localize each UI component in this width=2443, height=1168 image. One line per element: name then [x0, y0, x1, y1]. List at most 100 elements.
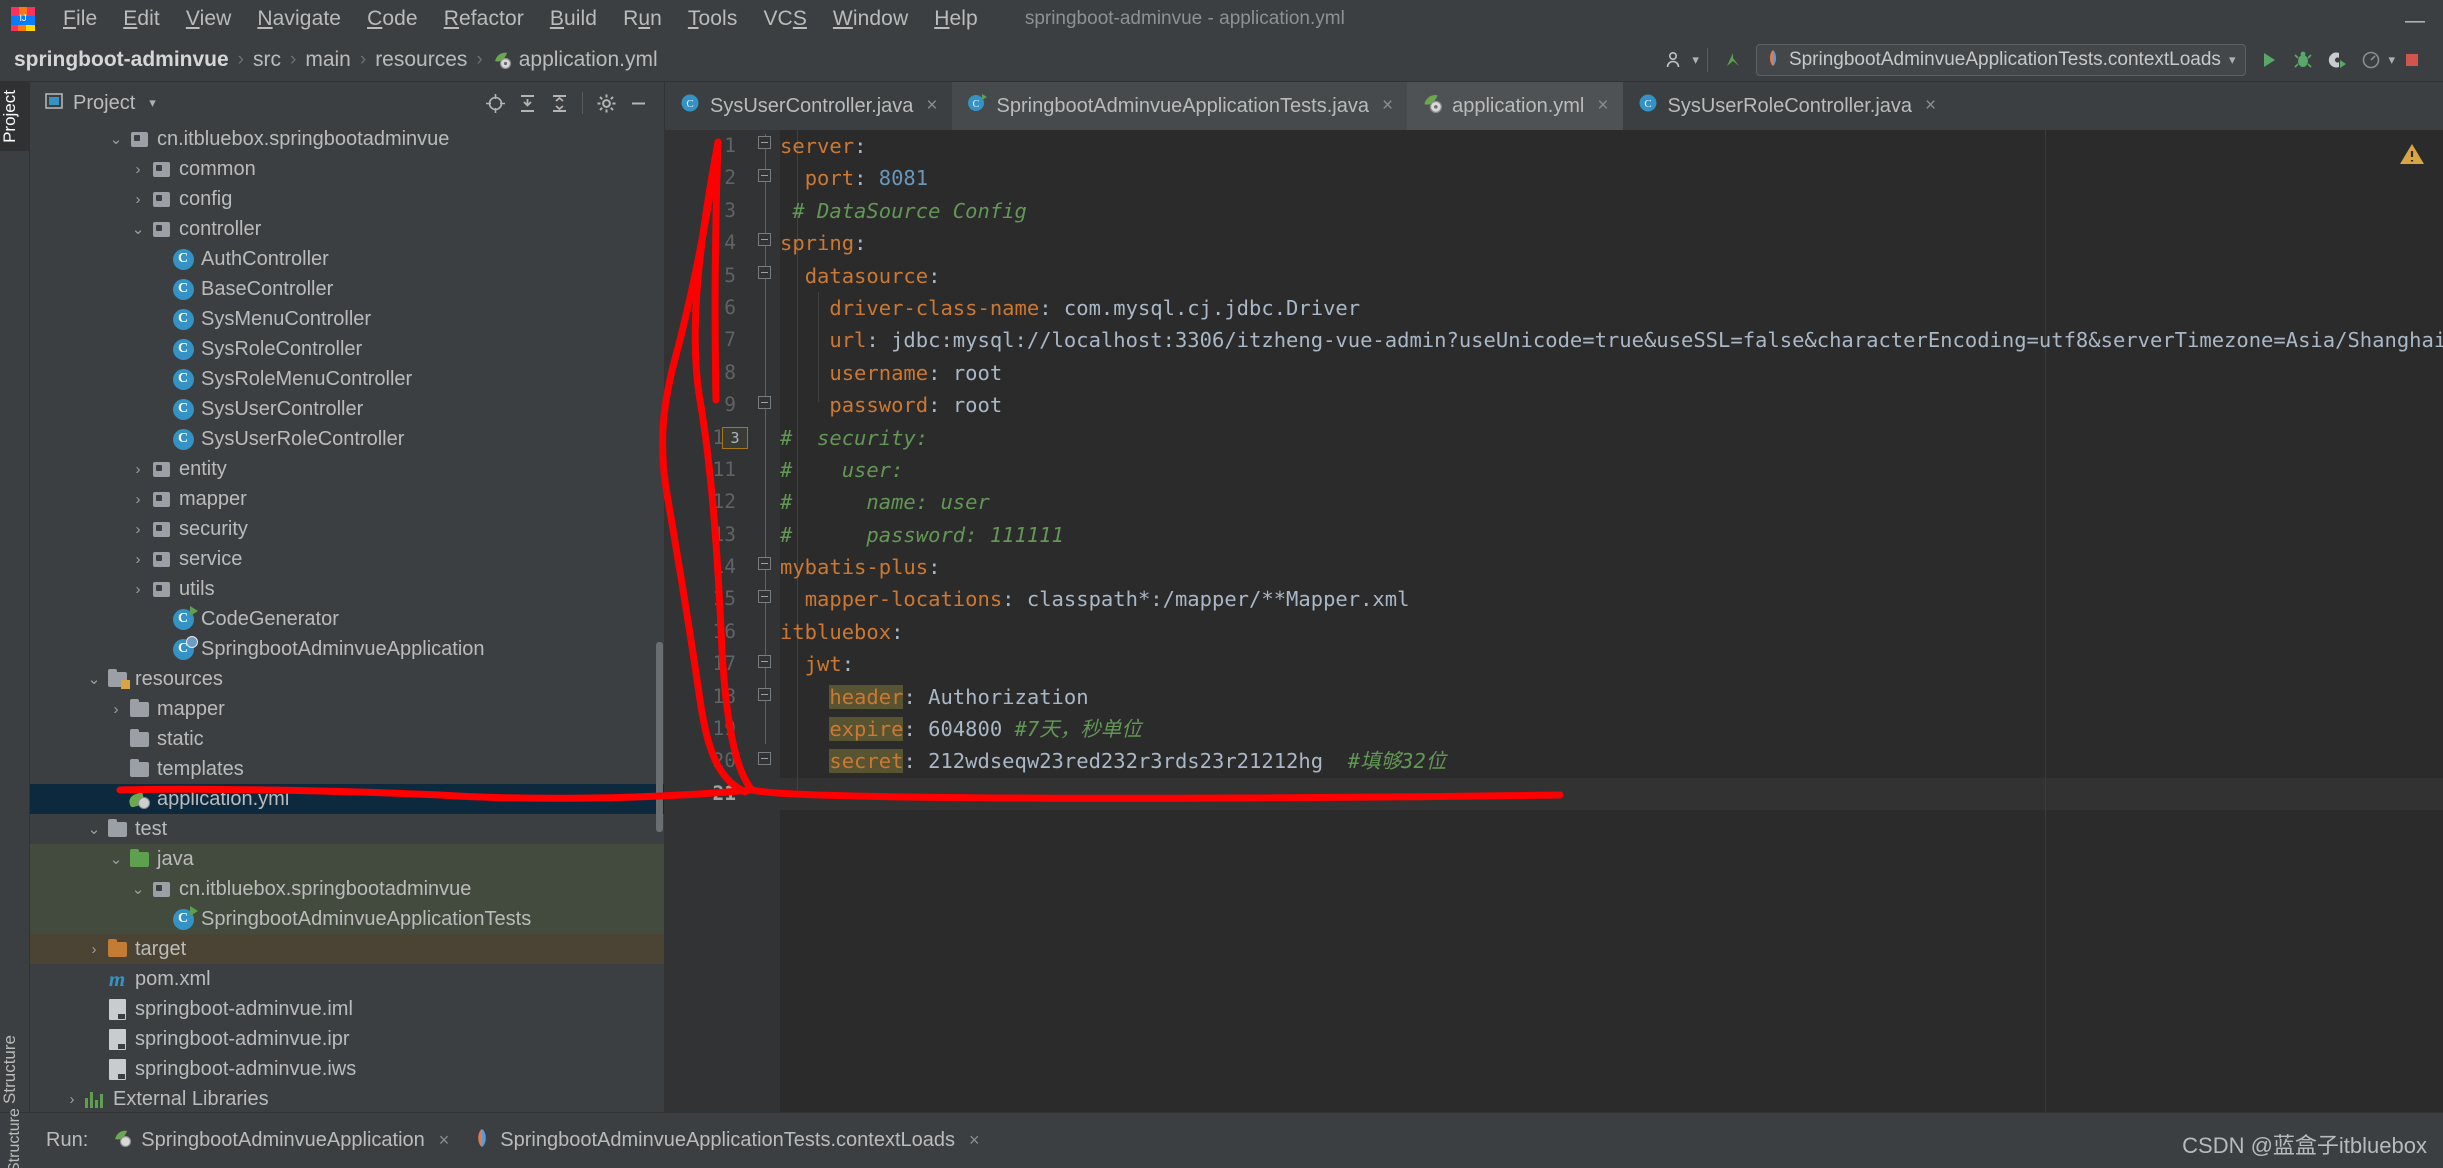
tree-node[interactable]: ⌄controller [30, 214, 664, 244]
code-line[interactable]: header: Authorization [780, 681, 2443, 713]
editor-tab[interactable]: CSysUserRoleController.java× [1623, 82, 1951, 130]
menu-item-build[interactable]: Build [537, 5, 610, 33]
code-line[interactable] [780, 778, 2443, 810]
code-line[interactable]: mapper-locations: classpath*:/mapper/**M… [780, 583, 2443, 615]
tree-node[interactable]: ›service [30, 544, 664, 574]
chevron-down-icon[interactable]: ⌄ [84, 670, 104, 688]
tree-node[interactable]: ›mapper [30, 484, 664, 514]
breadcrumb[interactable]: springboot-adminvue›src›main›resources›a… [14, 48, 658, 72]
menu-item-help[interactable]: Help [921, 5, 991, 33]
chevron-down-icon[interactable]: ⌄ [128, 880, 148, 898]
tree-node[interactable]: ⌄cn.itbluebox.springbootadminvue [30, 124, 664, 154]
tree-node[interactable]: CCodeGenerator [30, 604, 664, 634]
collapse-all-icon[interactable] [543, 87, 575, 119]
tool-window-tab-project[interactable]: Project [0, 82, 30, 151]
breadcrumb-item[interactable]: resources [375, 48, 467, 72]
chevron-right-icon[interactable]: › [128, 521, 148, 538]
breadcrumb-item[interactable]: src [253, 48, 281, 72]
editor-tab-bar[interactable]: CSysUserController.java×CSpringbootAdmin… [665, 82, 2443, 130]
chevron-right-icon[interactable]: › [128, 491, 148, 508]
settings-gear-icon[interactable] [590, 87, 622, 119]
tree-node[interactable]: CSysRoleMenuController [30, 364, 664, 394]
menu-item-vcs[interactable]: VCS [750, 5, 819, 33]
tree-node[interactable]: ›entity [30, 454, 664, 484]
tree-node[interactable]: ›External Libraries [30, 1084, 664, 1112]
tree-node[interactable]: CSysUserRoleController [30, 424, 664, 454]
code-content[interactable]: server: port: 8081 # DataSource Configsp… [780, 130, 2443, 1112]
code-line[interactable]: driver-class-name: com.mysql.cj.jdbc.Dri… [780, 292, 2443, 324]
tree-node[interactable]: ›config [30, 184, 664, 214]
tree-node[interactable]: ›target [30, 934, 664, 964]
tree-node[interactable]: static [30, 724, 664, 754]
tree-node[interactable]: ⌄java [30, 844, 664, 874]
vcs-update-icon[interactable] [1716, 43, 1750, 77]
breadcrumb-item[interactable]: main [305, 48, 351, 72]
close-icon[interactable]: × [439, 1130, 450, 1151]
tree-node[interactable]: ›mapper [30, 694, 664, 724]
code-line[interactable]: itbluebox: [780, 616, 2443, 648]
menu-item-window[interactable]: Window [820, 5, 921, 33]
code-line[interactable]: datasource: [780, 260, 2443, 292]
chevron-down-icon[interactable]: ⌄ [84, 820, 104, 838]
code-line[interactable]: expire: 604800 #7天，秒单位 [780, 713, 2443, 745]
run-tab[interactable]: SpringbootAdminvueApplicationTests.conte… [473, 1128, 979, 1154]
editor-tab[interactable]: application.yml× [1407, 82, 1622, 130]
chevron-right-icon[interactable]: › [128, 461, 148, 478]
project-tree[interactable]: ⌄cn.itbluebox.springbootadminvue›common›… [30, 124, 664, 1112]
expand-all-icon[interactable] [511, 87, 543, 119]
close-icon[interactable]: × [1925, 95, 1936, 117]
run-tab[interactable]: SpringbootAdminvueApplication× [112, 1128, 449, 1154]
project-scrollbar[interactable] [656, 642, 663, 832]
editor-tab[interactable]: CSysUserController.java× [665, 82, 952, 130]
tool-window-tab-structure[interactable]: Structure [0, 1027, 30, 1112]
code-line[interactable]: # security: [780, 422, 2443, 454]
tree-node[interactable]: ›common [30, 154, 664, 184]
menu-item-edit[interactable]: Edit [110, 5, 173, 33]
chevron-down-icon[interactable]: ⌄ [106, 130, 126, 148]
run-configuration-selector[interactable]: SpringbootAdminvueApplicationTests.conte… [1756, 44, 2247, 76]
chevron-down-icon[interactable]: ⌄ [106, 850, 126, 868]
debug-icon[interactable] [2286, 43, 2320, 77]
breadcrumb-item[interactable]: application.yml [519, 48, 658, 72]
tree-node[interactable]: ⌄resources [30, 664, 664, 694]
hide-panel-icon[interactable] [622, 87, 654, 119]
tree-node[interactable]: templates [30, 754, 664, 784]
project-panel-caret-icon[interactable]: ▾ [149, 95, 156, 111]
code-line[interactable]: # name: user [780, 486, 2443, 518]
profiler-icon[interactable] [2354, 43, 2388, 77]
menu-item-refactor[interactable]: Refactor [431, 5, 537, 33]
minimize-button[interactable]: — [2405, 10, 2425, 33]
menu-item-run[interactable]: Run [610, 5, 675, 33]
locate-file-icon[interactable] [479, 87, 511, 119]
code-line[interactable]: jwt: [780, 648, 2443, 680]
chevron-down-icon[interactable]: ▾ [2229, 52, 2236, 68]
tree-node[interactable]: ›utils [30, 574, 664, 604]
menu-item-tools[interactable]: Tools [675, 5, 751, 33]
chevron-down-icon[interactable]: ⌄ [128, 220, 148, 238]
code-line[interactable]: # DataSource Config [780, 195, 2443, 227]
chevron-right-icon[interactable]: › [62, 1091, 82, 1108]
tree-node[interactable]: CSysUserController [30, 394, 664, 424]
menu-item-navigate[interactable]: Navigate [244, 5, 354, 33]
tree-node[interactable]: mpom.xml [30, 964, 664, 994]
code-line[interactable]: password: root [780, 389, 2443, 421]
user-settings-caret-icon[interactable]: ▾ [1692, 52, 1699, 68]
editor-gutter[interactable]: 1234567891011121314151617181920213 [665, 130, 750, 1112]
code-line[interactable]: # password: 111111 [780, 519, 2443, 551]
code-line[interactable]: mybatis-plus: [780, 551, 2443, 583]
tree-node[interactable]: CSpringbootAdminvueApplicationTests [30, 904, 664, 934]
tree-node[interactable]: springboot-adminvue.iml [30, 994, 664, 1024]
close-icon[interactable]: × [969, 1130, 980, 1151]
close-icon[interactable]: × [1597, 95, 1608, 117]
menu-item-code[interactable]: Code [354, 5, 431, 33]
code-fold-marker[interactable]: 3 [722, 427, 748, 449]
tree-node[interactable]: springboot-adminvue.iws [30, 1054, 664, 1084]
code-line[interactable]: url: jdbc:mysql://localhost:3306/itzheng… [780, 324, 2443, 356]
tree-node[interactable]: ⌄test [30, 814, 664, 844]
breadcrumb-item[interactable]: springboot-adminvue [14, 48, 229, 72]
chevron-right-icon[interactable]: › [128, 161, 148, 178]
tree-node[interactable]: springboot-adminvue.ipr [30, 1024, 664, 1054]
tree-node[interactable]: ›security [30, 514, 664, 544]
code-line[interactable]: port: 8081 [780, 162, 2443, 194]
code-line[interactable]: server: [780, 130, 2443, 162]
